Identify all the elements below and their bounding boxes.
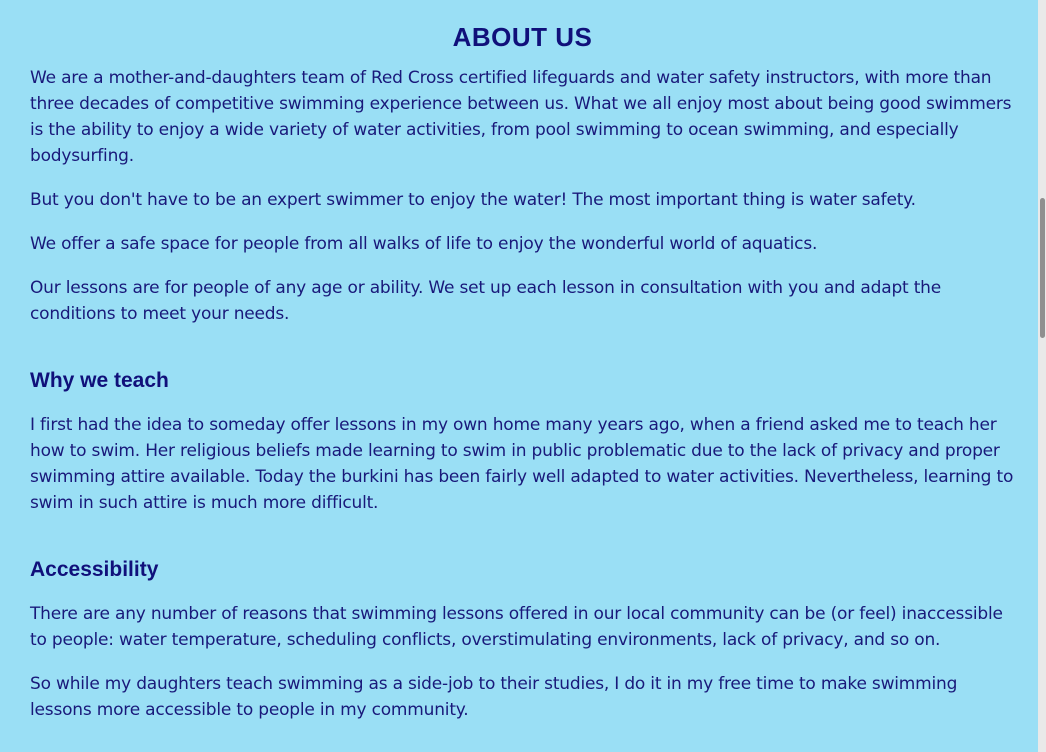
why-we-teach-paragraph: I first had the idea to someday offer le… xyxy=(30,415,1014,513)
about-paragraph: Our lessons are for people of any age or… xyxy=(30,278,941,324)
why-we-teach-section: Why we teach I first had the idea to som… xyxy=(30,367,1015,516)
why-we-teach-heading: Why we teach xyxy=(30,369,169,392)
about-paragraph: But you don't have to be an expert swimm… xyxy=(30,190,916,210)
about-paragraph: We offer a safe space for people from al… xyxy=(30,234,818,254)
main-content: ABOUT US We are a mother-and-daughters t… xyxy=(30,0,1015,741)
page-title: ABOUT US xyxy=(452,22,593,52)
accessibility-paragraph: So while my daughters teach swimming as … xyxy=(30,674,958,720)
about-paragraph: We are a mother-and-daughters team of Re… xyxy=(30,68,1012,166)
vertical-scrollbar[interactable] xyxy=(1038,0,1046,752)
accessibility-section: Accessibility There are any number of re… xyxy=(30,556,1015,723)
scrollbar-thumb[interactable] xyxy=(1040,198,1045,338)
accessibility-heading: Accessibility xyxy=(30,558,159,581)
about-section: We are a mother-and-daughters team of Re… xyxy=(30,65,1015,327)
accessibility-paragraph: There are any number of reasons that swi… xyxy=(30,604,1003,650)
